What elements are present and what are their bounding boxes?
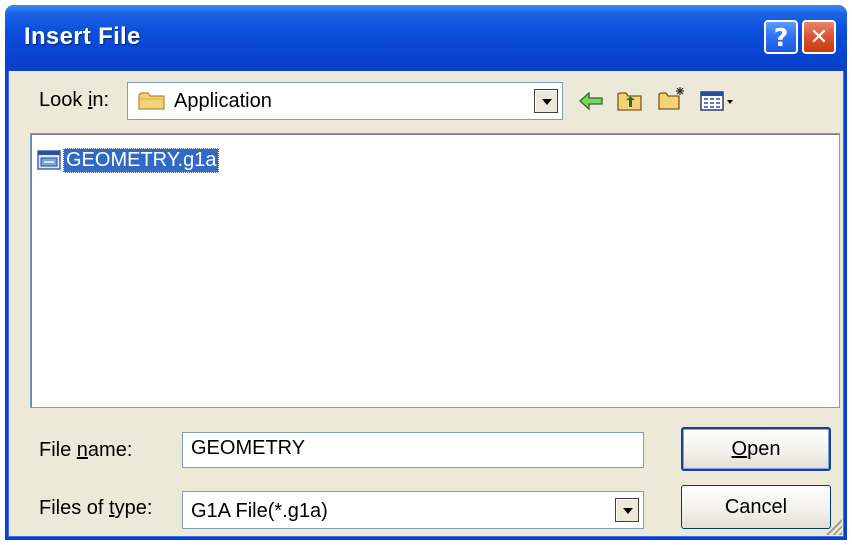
view-menu-icon[interactable] xyxy=(698,88,738,114)
title-bar[interactable]: Insert File ? ✕ xyxy=(5,5,847,71)
help-icon: ? xyxy=(773,22,789,52)
files-of-type-value: G1A File(*.g1a) xyxy=(191,500,328,522)
up-folder-icon[interactable] xyxy=(615,88,645,114)
help-button[interactable]: ? xyxy=(764,20,798,54)
files-of-type-dropdown-arrow[interactable] xyxy=(615,498,639,522)
back-arrow-icon[interactable] xyxy=(576,88,606,114)
dialog-title: Insert File xyxy=(24,23,141,50)
new-folder-icon[interactable] xyxy=(656,85,686,111)
insert-file-dialog: Insert File ? ✕ Look in: Application GEO… xyxy=(5,5,847,540)
file-item[interactable]: GEOMETRY.g1a xyxy=(37,146,220,174)
resize-grip[interactable] xyxy=(826,519,842,535)
look-in-dropdown-arrow[interactable] xyxy=(534,89,558,113)
open-button[interactable]: Open xyxy=(681,427,831,471)
cancel-button[interactable]: Cancel xyxy=(681,485,831,529)
look-in-label: Look in: xyxy=(39,89,110,111)
files-of-type-label: Files of type: xyxy=(39,497,153,519)
look-in-value: Application xyxy=(174,90,272,112)
file-name-label: File name: xyxy=(39,439,133,461)
look-in-dropdown[interactable]: Application xyxy=(127,82,563,120)
g1a-file-icon xyxy=(37,150,61,170)
files-of-type-dropdown[interactable]: G1A File(*.g1a) xyxy=(182,491,644,529)
file-name-label: GEOMETRY.g1a xyxy=(63,147,220,173)
file-list[interactable]: GEOMETRY.g1a xyxy=(30,133,840,408)
close-icon: ✕ xyxy=(809,24,829,50)
file-name-input[interactable]: GEOMETRY xyxy=(182,432,644,468)
folder-icon xyxy=(138,92,165,110)
close-button[interactable]: ✕ xyxy=(802,20,836,54)
